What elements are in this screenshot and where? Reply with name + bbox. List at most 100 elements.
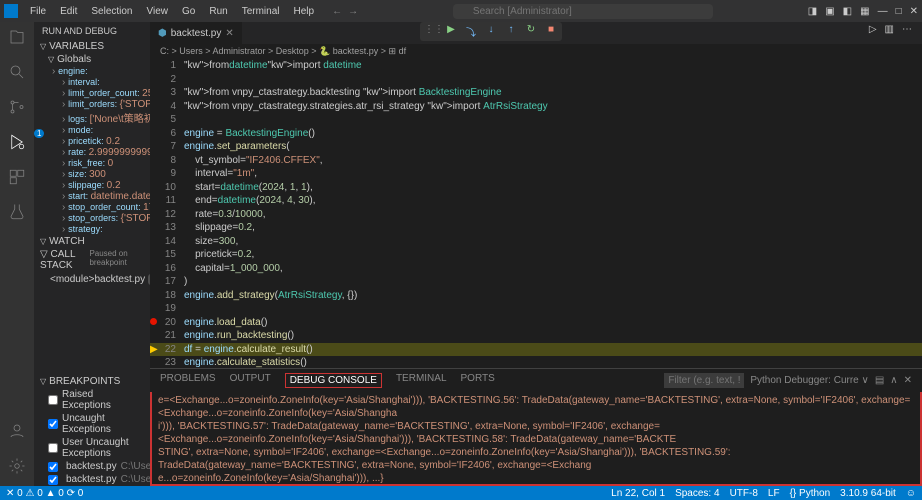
code-line[interactable]: 13 slippage=0.2, — [150, 221, 922, 235]
layout-panel-icon[interactable]: ▦ — [860, 6, 869, 17]
search-icon[interactable] — [8, 63, 26, 84]
code-line[interactable]: 19 — [150, 302, 922, 316]
code-line[interactable]: 1"kw">from datetime "kw">import datetime — [150, 59, 922, 73]
code-line[interactable]: 5 — [150, 113, 922, 127]
tab-output[interactable]: OUTPUT — [230, 373, 271, 388]
scm-icon[interactable] — [8, 98, 26, 119]
var-item[interactable]: › engine: — [34, 66, 150, 77]
code-line[interactable]: 18engine.add_strategy(AtrRsiStrategy, {}… — [150, 289, 922, 303]
layout-right-icon[interactable]: ◧ — [843, 6, 852, 17]
var-item[interactable]: › mode: — [34, 125, 150, 136]
layout-left-icon[interactable]: ◨ — [808, 6, 817, 17]
var-item[interactable]: › size: 300 — [34, 169, 150, 180]
var-item[interactable]: › pricetick: 0.2 — [34, 136, 150, 147]
account-icon[interactable] — [8, 422, 26, 443]
menu-selection[interactable]: Selection — [85, 4, 138, 19]
breakpoint-item[interactable]: backtest.pyC:\Users\Administ… — [34, 460, 150, 473]
debug-icon[interactable]: 1 — [8, 133, 26, 154]
menu-run[interactable]: Run — [203, 4, 233, 19]
code-line[interactable]: 20engine.load_data() — [150, 316, 922, 330]
maximize-icon[interactable]: □ — [896, 6, 902, 17]
breakpoint-item[interactable]: User Uncaught Exceptions — [34, 436, 150, 460]
stop-icon[interactable]: ■ — [544, 24, 558, 39]
debugger-select[interactable]: Python Debugger: Curre ∨ — [750, 375, 869, 386]
collapse-icon[interactable]: ∧ — [890, 375, 897, 386]
callstack-section[interactable]: ▽ CALL STACKPaused on breakpoint — [34, 248, 150, 272]
var-item[interactable]: › limit_orders: {'STOP.1': StopO… — [34, 99, 150, 110]
code-line[interactable]: 21engine.run_backtesting() — [150, 329, 922, 343]
menu-go[interactable]: Go — [176, 4, 201, 19]
var-item[interactable]: › stop_orders: {'STOP.1': StopO… — [34, 213, 150, 224]
status-python[interactable]: 3.10.9 64-bit — [840, 488, 896, 499]
breadcrumb[interactable]: C: > Users > Administrator > Desktop > 🐍… — [150, 44, 922, 59]
debug-console[interactable]: e=<Exchange...o=zoneinfo.ZoneInfo(key='A… — [150, 392, 922, 486]
breakpoint-item[interactable]: Raised Exceptions — [34, 388, 150, 412]
status-spaces[interactable]: Spaces: 4 — [675, 488, 719, 499]
status-feedback[interactable]: ☺ — [906, 488, 916, 499]
code-line[interactable]: 10 start=datetime(2024, 1, 1), — [150, 181, 922, 195]
callstack-item[interactable]: <module>backtest.py 22:1 — [34, 272, 150, 287]
code-line[interactable]: 14 size=300, — [150, 235, 922, 249]
var-item[interactable]: › interval: — [34, 77, 150, 88]
var-item[interactable]: › rate: 2.9999999999999997e-05 — [34, 147, 150, 158]
breakpoint-item[interactable]: backtest.pyC:\Users\Administ… — [34, 473, 150, 486]
var-item[interactable]: › stop_order_count: 17764 — [34, 202, 150, 213]
run-icon[interactable]: ▷ — [869, 24, 877, 35]
code-line[interactable]: 23engine.calculate_statistics() — [150, 356, 922, 368]
testing-icon[interactable] — [8, 203, 26, 224]
code-line[interactable]: 4"kw">from vnpy_ctastrategy.strategies.a… — [150, 100, 922, 114]
watch-section[interactable]: ▽WATCH — [34, 235, 150, 248]
menu-terminal[interactable]: Terminal — [236, 4, 286, 19]
restart-icon[interactable]: ↻ — [524, 24, 538, 39]
panel-close-icon[interactable]: ✕ — [904, 375, 912, 386]
code-line[interactable]: 11 end=datetime(2024, 4, 30), — [150, 194, 922, 208]
var-item[interactable]: › start: datetime.datetime(2024… — [34, 191, 150, 202]
tab-terminal[interactable]: TERMINAL — [396, 373, 447, 388]
var-item[interactable]: › risk_free: 0 — [34, 158, 150, 169]
minimap[interactable] — [862, 103, 922, 303]
var-item[interactable]: › limit_order_count: 255 — [34, 88, 150, 99]
menu-view[interactable]: View — [141, 4, 175, 19]
tab-backtest[interactable]: ⬢backtest.py✕ — [150, 22, 243, 44]
var-item[interactable]: › logs: ['None\t策略初始化', 'No… — [34, 110, 150, 125]
code-line[interactable]: 8 vt_symbol="IF2406.CFFEX", — [150, 154, 922, 168]
extensions-icon[interactable] — [8, 168, 26, 189]
status-lang[interactable]: {} Python — [790, 488, 831, 499]
explorer-icon[interactable] — [8, 28, 26, 49]
code-line[interactable]: 6engine = BacktestingEngine() — [150, 127, 922, 141]
tab-problems[interactable]: PROBLEMS — [160, 373, 216, 388]
code-line[interactable]: ▶22df = engine.calculate_result() — [150, 343, 922, 357]
split-icon[interactable]: ▥ — [885, 24, 894, 35]
status-eol[interactable]: LF — [768, 488, 780, 499]
console-filter-input[interactable] — [664, 373, 744, 388]
status-cursor[interactable]: Ln 22, Col 1 — [611, 488, 665, 499]
drag-handle-icon[interactable]: ⋮⋮ — [424, 24, 438, 39]
step-over-icon[interactable]: ⤵ — [464, 24, 478, 39]
var-item[interactable]: › slippage: 0.2 — [34, 180, 150, 191]
status-encoding[interactable]: UTF-8 — [730, 488, 758, 499]
menu-file[interactable]: File — [24, 4, 52, 19]
status-errors[interactable]: ✕ 0 ⚠ 0 ▲ 0 ⟳ 0 — [6, 488, 83, 499]
continue-icon[interactable]: ▶ — [444, 24, 458, 39]
layout-bottom-icon[interactable]: ▣ — [825, 6, 834, 17]
globals-section[interactable]: ▽Globals — [34, 53, 150, 66]
step-into-icon[interactable]: ↓ — [484, 24, 498, 39]
close-icon[interactable]: ✕ — [910, 6, 918, 17]
nav-forward-icon[interactable]: → — [348, 6, 358, 17]
step-out-icon[interactable]: ↑ — [504, 24, 518, 39]
clear-icon[interactable]: ▤ — [875, 375, 884, 386]
code-line[interactable]: 12 rate=0.3/10000, — [150, 208, 922, 222]
variables-section[interactable]: ▽VARIABLES — [34, 40, 150, 53]
code-line[interactable]: 17) — [150, 275, 922, 289]
var-item[interactable]: › strategy: — [34, 224, 150, 235]
search-input[interactable] — [453, 4, 713, 19]
menu-help[interactable]: Help — [288, 4, 321, 19]
more-icon[interactable]: ⋯ — [902, 24, 912, 35]
code-line[interactable]: 9 interval="1m", — [150, 167, 922, 181]
menu-edit[interactable]: Edit — [54, 4, 83, 19]
code-area[interactable]: 1"kw">from datetime "kw">import datetime… — [150, 59, 922, 368]
nav-back-icon[interactable]: ← — [332, 6, 342, 17]
tab-ports[interactable]: PORTS — [461, 373, 495, 388]
breakpoint-item[interactable]: Uncaught Exceptions — [34, 412, 150, 436]
code-line[interactable]: 15 pricetick=0.2, — [150, 248, 922, 262]
